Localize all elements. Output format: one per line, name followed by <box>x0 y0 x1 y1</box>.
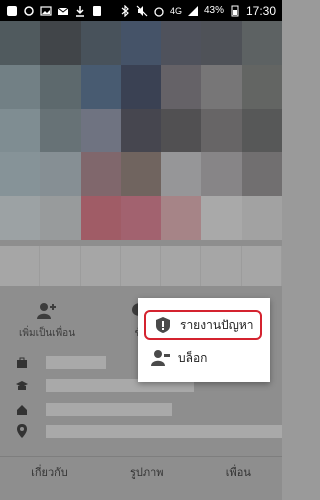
add-friend-button[interactable]: เพิ่มเป็นเพื่อน <box>2 302 92 341</box>
report-exclamation-icon <box>152 316 174 334</box>
battery-percent: 43% <box>203 5 224 16</box>
clock: 17:30 <box>245 3 276 18</box>
overflow-menu: รายงานปัญหา บล็อก <box>138 298 270 382</box>
download-icon <box>76 5 84 17</box>
signal-icon <box>187 5 198 16</box>
photo-strip <box>0 246 282 286</box>
mute-icon <box>136 5 148 16</box>
sync-icon <box>24 5 34 16</box>
bluetooth-icon <box>121 4 129 17</box>
status-bar: 4G 43% 17:30 <box>0 0 282 21</box>
block-person-icon <box>150 349 172 367</box>
report-problem-label: รายงานปัญหา <box>180 317 254 332</box>
block-label: บล็อก <box>178 350 208 365</box>
location-pin-icon <box>17 424 27 438</box>
app-icon <box>93 5 101 16</box>
notification-icon <box>7 5 17 16</box>
tab-about[interactable]: เกี่ยวกับ <box>31 463 68 481</box>
graduation-icon <box>16 380 28 390</box>
battery-icon <box>231 5 239 16</box>
block-menu-item[interactable]: บล็อก <box>144 344 262 372</box>
mail-icon <box>57 7 69 15</box>
profile-tabs: เกี่ยวกับ รูปภาพ เพื่อน <box>0 456 282 487</box>
info-work <box>16 356 106 369</box>
tab-friends[interactable]: เพื่อน <box>226 463 251 481</box>
report-problem-menu-item[interactable]: รายงานปัญหา <box>144 310 262 340</box>
home-icon <box>17 404 27 415</box>
tab-photos[interactable]: รูปภาพ <box>130 463 164 481</box>
alarm-icon <box>154 6 164 17</box>
image-icon <box>40 5 52 16</box>
network-type: 4G <box>169 5 182 16</box>
add-friend-label: เพิ่มเป็นเพื่อน <box>18 328 76 339</box>
info-home <box>16 403 172 416</box>
add-person-icon <box>37 303 56 319</box>
info-location <box>16 424 282 438</box>
briefcase-icon <box>17 357 27 368</box>
